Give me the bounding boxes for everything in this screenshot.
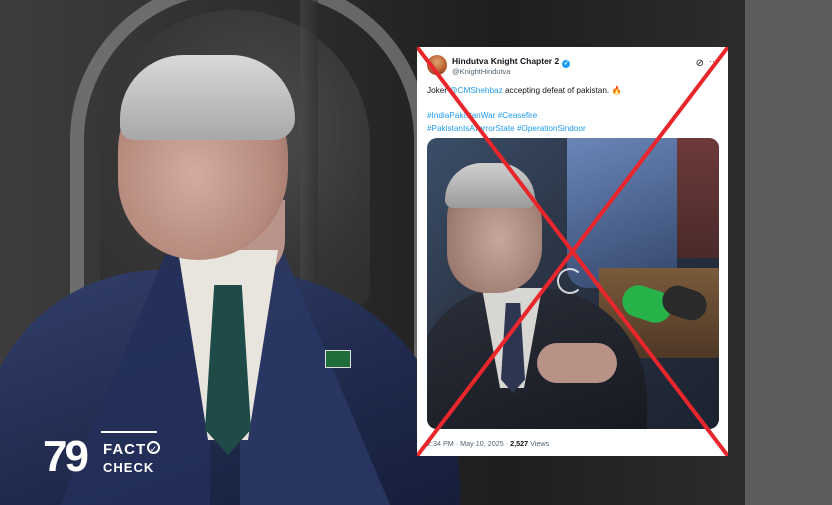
- logo-number: 79: [43, 432, 89, 481]
- views-label: Views: [528, 439, 550, 448]
- display-name-text: Hindutva Knight Chapter 2: [452, 56, 560, 66]
- user-handle[interactable]: @KnightHindutva: [452, 67, 510, 76]
- tweet-footer: 2:34 PM · May 10, 2025 · 2,527 Views: [427, 439, 549, 448]
- tweet-card: Hindutva Knight Chapter 2 ✓ @KnightHindut…: [417, 47, 728, 456]
- fact-check-logo: 79 FACT ✓ CHECK: [43, 431, 163, 483]
- tweet-text-suffix: accepting defeat of pakistan.: [502, 86, 612, 95]
- background-panel: [745, 0, 832, 505]
- tweet-text-prefix: Joker: [427, 86, 450, 95]
- fact-check-graphic: Hindutva Knight Chapter 2 ✓ @KnightHindut…: [0, 0, 832, 505]
- tweet-video[interactable]: [427, 138, 719, 429]
- hashtags: #IndiaPakistanWar #Ceasefire #PakistanIs…: [427, 109, 718, 135]
- video-person-hair: [445, 163, 535, 208]
- fire-emoji: 🔥: [611, 86, 622, 95]
- views-count: 2,527: [510, 439, 529, 448]
- hashtag-line[interactable]: #IndiaPakistanWar #Ceasefire: [427, 109, 718, 122]
- logo-check-text: CHECK: [103, 460, 155, 475]
- more-options-icon[interactable]: ⋯: [709, 56, 718, 67]
- video-background-person: [567, 138, 677, 288]
- media-loading-spinner-icon: [557, 268, 583, 294]
- hashtag-line[interactable]: #PakistanIsATerrorState #OperationSindoo…: [427, 122, 718, 135]
- checkmark-icon: ✓: [147, 441, 160, 454]
- video-person-hands: [537, 343, 617, 383]
- logo-bar: [101, 431, 157, 441]
- mention-link[interactable]: @CMShehbaz: [449, 86, 502, 95]
- verified-badge-icon: ✓: [562, 60, 571, 68]
- tweet-text: Joker @CMShehbaz accepting defeat of pak…: [427, 85, 718, 96]
- tweet-header: Hindutva Knight Chapter 2 ✓ @KnightHindut…: [427, 55, 720, 85]
- user-avatar[interactable]: [427, 55, 447, 75]
- grok-icon[interactable]: ⊘: [696, 58, 704, 69]
- flag-lapel-pin: [325, 350, 351, 368]
- person-hair: [120, 55, 295, 140]
- logo-fact-text: FACT: [103, 441, 147, 458]
- tweet-timestamp[interactable]: 2:34 PM · May 10, 2025 ·: [427, 439, 510, 448]
